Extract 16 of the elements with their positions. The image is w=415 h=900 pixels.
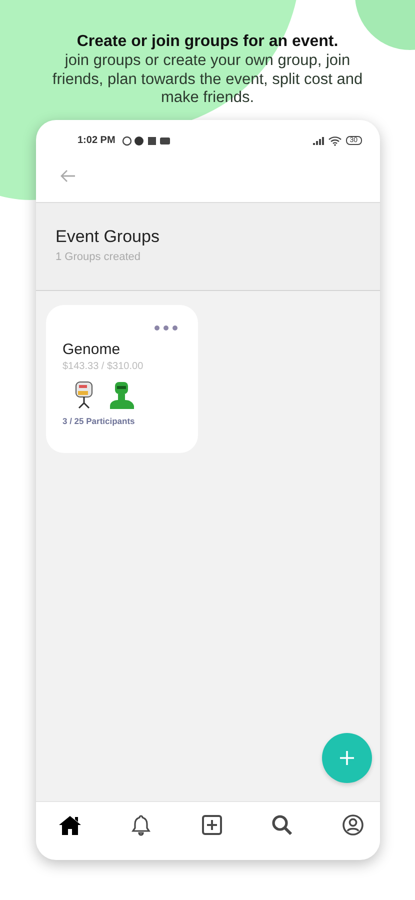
group-card[interactable]: Genome $143.33 / $310.00 3 / 25 Participants bbox=[46, 304, 198, 453]
profile-tab[interactable] bbox=[340, 812, 366, 838]
notification-icons bbox=[122, 136, 172, 146]
group-amount: $143.33 / $310.00 bbox=[62, 360, 144, 372]
plus-icon bbox=[338, 750, 354, 766]
wifi-icon bbox=[328, 136, 342, 146]
headline: Create or join groups for an event. bbox=[76, 33, 340, 51]
status-time: 1:02 PM bbox=[78, 135, 116, 146]
page-subtitle: 1 Groups created bbox=[56, 250, 142, 263]
promo-subtitle: join groups or create your own group, join friends, plan towards the event, split cost and make friends. bbox=[51, 52, 364, 108]
signal-icon bbox=[312, 136, 324, 146]
participant-count: 3 / 25 Participants bbox=[62, 416, 136, 426]
group-name: Genome bbox=[62, 340, 122, 358]
more-icon[interactable] bbox=[154, 324, 178, 331]
back-arrow-icon bbox=[60, 168, 76, 183]
page-title: Event Groups bbox=[56, 226, 160, 247]
